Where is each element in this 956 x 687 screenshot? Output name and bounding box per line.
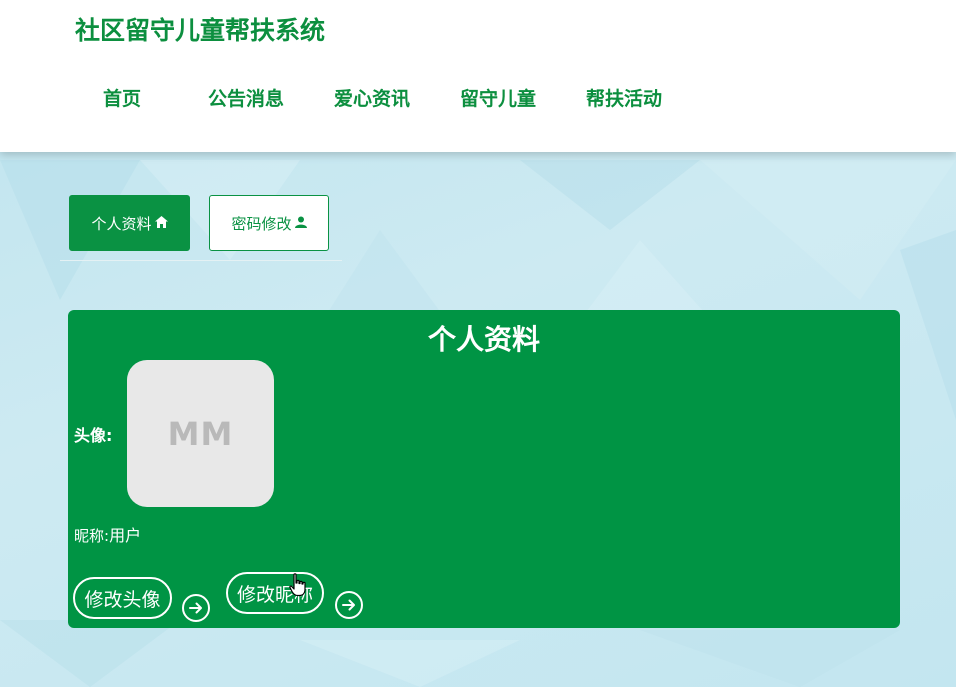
change-avatar-button[interactable]: 修改头像 [73,577,172,619]
nav-item-home[interactable]: 首页 [103,84,141,111]
site-header: 社区留守儿童帮扶系统 首页 公告消息 爱心资讯 留守儿童 帮扶活动 [0,0,956,152]
user-icon [294,214,307,232]
arrow-right-icon[interactable] [182,594,210,622]
nav-item-support-activities[interactable]: 帮扶活动 [586,84,662,111]
tab-profile[interactable]: 个人资料 [69,195,190,251]
avatar: MM [127,360,274,507]
change-nickname-button[interactable]: 修改昵称 [226,572,324,614]
nickname-value: 用户 [109,526,142,545]
hand-cursor-icon [289,573,307,601]
tab-profile-label: 个人资料 [91,214,152,233]
tab-password[interactable]: 密码修改 [209,195,329,251]
site-title: 社区留守儿童帮扶系统 [75,16,326,45]
tab-password-label: 密码修改 [231,214,292,233]
profile-card-title: 个人资料 [427,323,540,356]
nickname-row: 昵称:用户 [74,522,141,546]
tab-divider [60,260,342,261]
profile-card: 个人资料 头像: MM 昵称:用户 修改头像 修改昵称 [68,310,900,628]
nickname-label: 昵称: [74,527,110,545]
nav-item-charity-news[interactable]: 爱心资讯 [334,84,410,111]
arrow-right-icon[interactable] [335,591,363,619]
nav-item-announcements[interactable]: 公告消息 [208,84,284,111]
avatar-label: 头像: [74,426,113,445]
nav-item-left-behind-children[interactable]: 留守儿童 [460,84,536,111]
home-icon [154,214,168,232]
